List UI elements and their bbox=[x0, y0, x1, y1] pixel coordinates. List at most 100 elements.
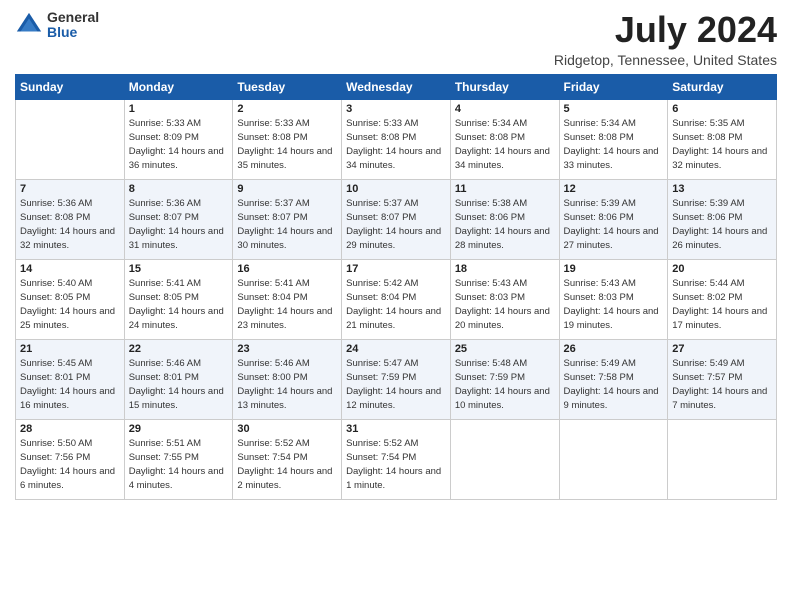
daylight-text: Daylight: 14 hours and 32 minutes. bbox=[20, 225, 120, 254]
day-number: 28 bbox=[20, 423, 120, 435]
day-number: 25 bbox=[455, 343, 555, 355]
calendar-cell: 14Sunrise: 5:40 AMSunset: 8:05 PMDayligh… bbox=[16, 259, 125, 339]
daylight-text: Daylight: 14 hours and 12 minutes. bbox=[346, 385, 446, 414]
day-info: Sunrise: 5:39 AMSunset: 8:06 PMDaylight:… bbox=[564, 197, 664, 254]
sunset-text: Sunset: 8:04 PM bbox=[237, 291, 337, 305]
day-number: 8 bbox=[129, 183, 229, 195]
calendar-cell bbox=[668, 419, 777, 499]
day-info: Sunrise: 5:43 AMSunset: 8:03 PMDaylight:… bbox=[564, 277, 664, 334]
day-number: 17 bbox=[346, 263, 446, 275]
calendar-cell: 11Sunrise: 5:38 AMSunset: 8:06 PMDayligh… bbox=[450, 179, 559, 259]
day-number: 3 bbox=[346, 103, 446, 115]
sunrise-text: Sunrise: 5:46 AM bbox=[237, 357, 337, 371]
day-number: 9 bbox=[237, 183, 337, 195]
sunset-text: Sunset: 8:06 PM bbox=[455, 211, 555, 225]
sunrise-text: Sunrise: 5:49 AM bbox=[672, 357, 772, 371]
weekday-header-thursday: Thursday bbox=[450, 74, 559, 99]
calendar-cell: 4 Sunrise: 5:34 AMSunset: 8:08 PMDaylight… bbox=[450, 99, 559, 179]
calendar-table: SundayMondayTuesdayWednesdayThursdayFrid… bbox=[15, 74, 777, 500]
day-number: 14 bbox=[20, 263, 120, 275]
daylight-text: Daylight: 14 hours and 6 minutes. bbox=[20, 465, 120, 494]
calendar-cell: 26Sunrise: 5:49 AMSunset: 7:58 PMDayligh… bbox=[559, 339, 668, 419]
day-info: Sunrise: 5:46 AMSunset: 8:01 PMDaylight:… bbox=[129, 357, 229, 414]
sunrise-text: Sunrise: 5:52 AM bbox=[237, 437, 337, 451]
sunrise-text: Sunrise: 5:40 AM bbox=[20, 277, 120, 291]
calendar-cell: 12 Sunrise: 5:39 AMSunset: 8:06 PMDayligh… bbox=[559, 179, 668, 259]
sunrise-text: Sunrise: 5:44 AM bbox=[672, 277, 772, 291]
calendar-week-row: 7Sunrise: 5:36 AMSunset: 8:08 PMDaylight… bbox=[16, 179, 777, 259]
sunset-text: Sunset: 7:57 PM bbox=[672, 371, 772, 385]
calendar-cell: 29Sunrise: 5:51 AMSunset: 7:55 PMDayligh… bbox=[124, 419, 233, 499]
day-info: Sunrise: 5:43 AMSunset: 8:03 PMDaylight:… bbox=[455, 277, 555, 334]
calendar-header: SundayMondayTuesdayWednesdayThursdayFrid… bbox=[16, 74, 777, 99]
sunrise-text: Sunrise: 5:52 AM bbox=[346, 437, 446, 451]
sunset-text: Sunset: 8:01 PM bbox=[129, 371, 229, 385]
day-info: Sunrise: 5:38 AMSunset: 8:06 PMDaylight:… bbox=[455, 197, 555, 254]
calendar-cell: 20Sunrise: 5:44 AMSunset: 8:02 PMDayligh… bbox=[668, 259, 777, 339]
calendar-cell: 3 Sunrise: 5:33 AMSunset: 8:08 PMDaylight… bbox=[342, 99, 451, 179]
day-number: 12 bbox=[564, 183, 664, 195]
day-info: Sunrise: 5:33 AMSunset: 8:09 PMDaylight:… bbox=[129, 117, 229, 174]
weekday-header-row: SundayMondayTuesdayWednesdayThursdayFrid… bbox=[16, 74, 777, 99]
calendar-week-row: 28Sunrise: 5:50 AMSunset: 7:56 PMDayligh… bbox=[16, 419, 777, 499]
day-info: Sunrise: 5:35 AMSunset: 8:08 PMDaylight:… bbox=[672, 117, 772, 174]
calendar-cell: 15Sunrise: 5:41 AMSunset: 8:05 PMDayligh… bbox=[124, 259, 233, 339]
calendar-cell: 30Sunrise: 5:52 AMSunset: 7:54 PMDayligh… bbox=[233, 419, 342, 499]
sunset-text: Sunset: 7:55 PM bbox=[129, 451, 229, 465]
location: Ridgetop, Tennessee, United States bbox=[554, 52, 777, 68]
day-number: 5 bbox=[564, 103, 664, 115]
daylight-text: Daylight: 14 hours and 25 minutes. bbox=[20, 305, 120, 334]
day-number: 15 bbox=[129, 263, 229, 275]
day-info: Sunrise: 5:34 AMSunset: 8:08 PMDaylight:… bbox=[455, 117, 555, 174]
day-info: Sunrise: 5:51 AMSunset: 7:55 PMDaylight:… bbox=[129, 437, 229, 494]
daylight-text: Daylight: 14 hours and 24 minutes. bbox=[129, 305, 229, 334]
day-info: Sunrise: 5:42 AMSunset: 8:04 PMDaylight:… bbox=[346, 277, 446, 334]
day-number: 18 bbox=[455, 263, 555, 275]
day-info: Sunrise: 5:37 AMSunset: 8:07 PMDaylight:… bbox=[237, 197, 337, 254]
daylight-text: Daylight: 14 hours and 30 minutes. bbox=[237, 225, 337, 254]
sunset-text: Sunset: 8:06 PM bbox=[672, 211, 772, 225]
sunrise-text: Sunrise: 5:39 AM bbox=[564, 197, 664, 211]
day-number: 19 bbox=[564, 263, 664, 275]
page-container: General Blue July 2024 Ridgetop, Tenness… bbox=[0, 0, 792, 510]
day-info: Sunrise: 5:34 AMSunset: 8:08 PMDaylight:… bbox=[564, 117, 664, 174]
daylight-text: Daylight: 14 hours and 15 minutes. bbox=[129, 385, 229, 414]
weekday-header-sunday: Sunday bbox=[16, 74, 125, 99]
sunrise-text: Sunrise: 5:42 AM bbox=[346, 277, 446, 291]
calendar-cell: 27Sunrise: 5:49 AMSunset: 7:57 PMDayligh… bbox=[668, 339, 777, 419]
calendar-cell: 24Sunrise: 5:47 AMSunset: 7:59 PMDayligh… bbox=[342, 339, 451, 419]
daylight-text: Daylight: 14 hours and 17 minutes. bbox=[672, 305, 772, 334]
day-number: 6 bbox=[672, 103, 772, 115]
daylight-text: Daylight: 14 hours and 20 minutes. bbox=[455, 305, 555, 334]
daylight-text: Daylight: 14 hours and 16 minutes. bbox=[20, 385, 120, 414]
daylight-text: Daylight: 14 hours and 27 minutes. bbox=[564, 225, 664, 254]
day-info: Sunrise: 5:36 AMSunset: 8:08 PMDaylight:… bbox=[20, 197, 120, 254]
sunset-text: Sunset: 7:54 PM bbox=[346, 451, 446, 465]
sunrise-text: Sunrise: 5:33 AM bbox=[129, 117, 229, 131]
sunset-text: Sunset: 8:00 PM bbox=[237, 371, 337, 385]
daylight-text: Daylight: 14 hours and 32 minutes. bbox=[672, 145, 772, 174]
sunset-text: Sunset: 8:01 PM bbox=[20, 371, 120, 385]
calendar-cell: 25Sunrise: 5:48 AMSunset: 7:59 PMDayligh… bbox=[450, 339, 559, 419]
day-info: Sunrise: 5:39 AMSunset: 8:06 PMDaylight:… bbox=[672, 197, 772, 254]
day-info: Sunrise: 5:52 AMSunset: 7:54 PMDaylight:… bbox=[346, 437, 446, 494]
sunrise-text: Sunrise: 5:37 AM bbox=[237, 197, 337, 211]
calendar-cell: 23Sunrise: 5:46 AMSunset: 8:00 PMDayligh… bbox=[233, 339, 342, 419]
calendar-cell: 21Sunrise: 5:45 AMSunset: 8:01 PMDayligh… bbox=[16, 339, 125, 419]
calendar-week-row: 14Sunrise: 5:40 AMSunset: 8:05 PMDayligh… bbox=[16, 259, 777, 339]
sunrise-text: Sunrise: 5:50 AM bbox=[20, 437, 120, 451]
sunset-text: Sunset: 7:58 PM bbox=[564, 371, 664, 385]
day-info: Sunrise: 5:47 AMSunset: 7:59 PMDaylight:… bbox=[346, 357, 446, 414]
sunset-text: Sunset: 8:07 PM bbox=[129, 211, 229, 225]
day-info: Sunrise: 5:33 AMSunset: 8:08 PMDaylight:… bbox=[346, 117, 446, 174]
sunset-text: Sunset: 8:08 PM bbox=[564, 131, 664, 145]
sunrise-text: Sunrise: 5:34 AM bbox=[564, 117, 664, 131]
day-number: 23 bbox=[237, 343, 337, 355]
sunset-text: Sunset: 7:54 PM bbox=[237, 451, 337, 465]
calendar-body: 1Sunrise: 5:33 AMSunset: 8:09 PMDaylight… bbox=[16, 99, 777, 499]
daylight-text: Daylight: 14 hours and 23 minutes. bbox=[237, 305, 337, 334]
day-number: 4 bbox=[455, 103, 555, 115]
sunrise-text: Sunrise: 5:36 AM bbox=[129, 197, 229, 211]
weekday-header-saturday: Saturday bbox=[668, 74, 777, 99]
sunset-text: Sunset: 8:04 PM bbox=[346, 291, 446, 305]
